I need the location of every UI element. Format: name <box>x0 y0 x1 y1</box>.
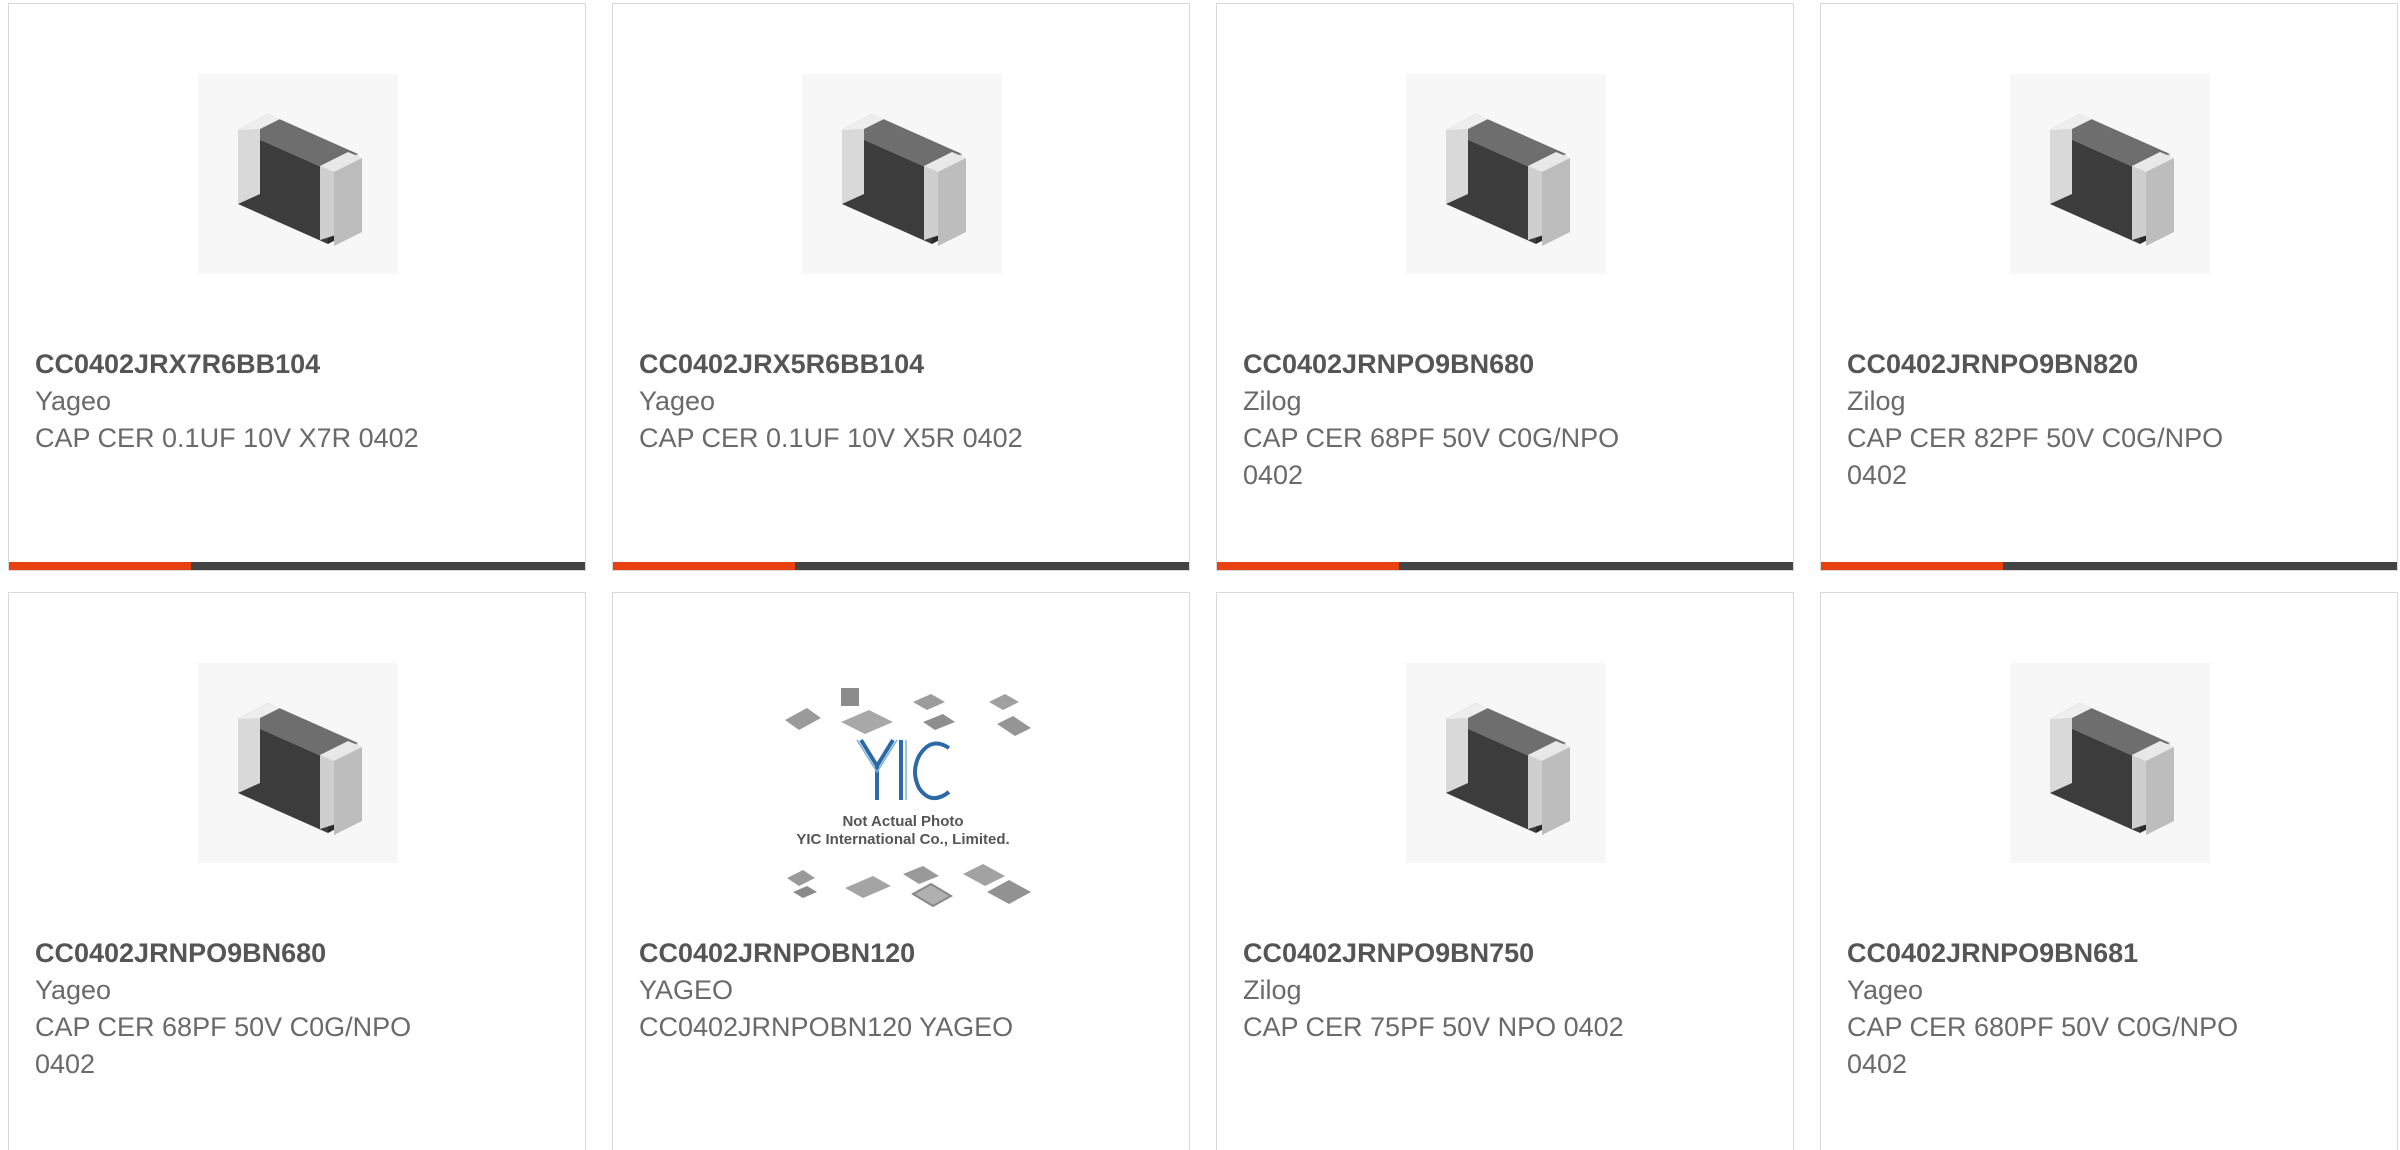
product-card[interactable]: CC0402JRNPO9BN750 Zilog CAP CER 75PF 50V… <box>1216 592 1794 1150</box>
svg-text:Not Actual Photo: Not Actual Photo <box>842 813 963 830</box>
part-number[interactable]: CC0402JRNPO9BN681 <box>1847 935 2267 972</box>
part-number[interactable]: CC0402JRNPO9BN680 <box>35 935 455 972</box>
part-number[interactable]: CC0402JRNPO9BN750 <box>1243 935 1663 972</box>
manufacturer: Zilog <box>1243 975 1302 1005</box>
card-bottom-bar <box>613 562 1189 570</box>
card-accent-bar <box>9 562 191 570</box>
description: CC0402JRNPOBN120 YAGEO <box>639 1012 1014 1042</box>
product-card[interactable]: CC0402JRNPO9BN680 Yageo CAP CER 68PF 50V… <box>8 592 586 1150</box>
manufacturer: Yageo <box>639 386 716 416</box>
part-number[interactable]: CC0402JRX7R6BB104 <box>35 346 455 383</box>
description: CAP CER 75PF 50V NPO 0402 <box>1243 1012 1624 1042</box>
product-card[interactable]: CC0402JRNPO9BN681 Yageo CAP CER 680PF 50… <box>1820 592 2398 1150</box>
capacitor-chip-image <box>2010 663 2210 863</box>
product-card[interactable]: CC0402JRNPO9BN820 Zilog CAP CER 82PF 50V… <box>1820 3 2398 571</box>
svg-text:YIC International Co., Limited: YIC International Co., Limited. <box>796 831 1009 848</box>
manufacturer: Zilog <box>1243 386 1302 416</box>
part-number[interactable]: CC0402JRNPO9BN680 <box>1243 346 1663 383</box>
capacitor-chip-image <box>802 74 1002 274</box>
manufacturer: Yageo <box>35 386 112 416</box>
product-card[interactable]: CC0402JRNPO9BN680 Zilog CAP CER 68PF 50V… <box>1216 3 1794 571</box>
manufacturer: Zilog <box>1847 386 1906 416</box>
product-card[interactable]: Not Actual Photo YIC International Co., … <box>612 592 1190 1150</box>
card-accent-bar <box>613 562 795 570</box>
manufacturer: YAGEO <box>639 975 734 1005</box>
card-bottom-bar <box>1217 562 1793 570</box>
capacitor-chip-image <box>2010 74 2210 274</box>
part-number[interactable]: CC0402JRNPO9BN820 <box>1847 346 2267 383</box>
description: CAP CER 0.1UF 10V X7R 0402 <box>35 423 419 453</box>
capacitor-chip-image <box>198 74 398 274</box>
product-card[interactable]: CC0402JRX7R6BB104 Yageo CAP CER 0.1UF 10… <box>8 3 586 571</box>
description: CAP CER 0.1UF 10V X5R 0402 <box>639 423 1023 453</box>
part-number[interactable]: CC0402JRX5R6BB104 <box>639 346 1059 383</box>
card-bottom-bar <box>1821 562 2397 570</box>
manufacturer: Yageo <box>1847 975 1924 1005</box>
capacitor-chip-image <box>198 663 398 863</box>
card-accent-bar <box>1217 562 1399 570</box>
card-bottom-bar <box>9 562 585 570</box>
description: CAP CER 680PF 50V C0G/NPO 0402 <box>1847 1012 2239 1079</box>
product-card[interactable]: CC0402JRX5R6BB104 Yageo CAP CER 0.1UF 10… <box>612 3 1190 571</box>
manufacturer: Yageo <box>35 975 112 1005</box>
not-actual-photo-image: Not Actual Photo YIC International Co., … <box>773 678 1033 918</box>
capacitor-chip-image <box>1406 74 1606 274</box>
card-accent-bar <box>1821 562 2003 570</box>
description: CAP CER 68PF 50V C0G/NPO 0402 <box>35 1012 412 1079</box>
capacitor-chip-image <box>1406 663 1606 863</box>
description: CAP CER 68PF 50V C0G/NPO 0402 <box>1243 423 1620 490</box>
part-number[interactable]: CC0402JRNPOBN120 <box>639 935 1059 972</box>
yic-logo-icon <box>859 738 951 800</box>
description: CAP CER 82PF 50V C0G/NPO 0402 <box>1847 423 2224 490</box>
product-grid: CC0402JRX7R6BB104 Yageo CAP CER 0.1UF 10… <box>0 0 2400 1150</box>
